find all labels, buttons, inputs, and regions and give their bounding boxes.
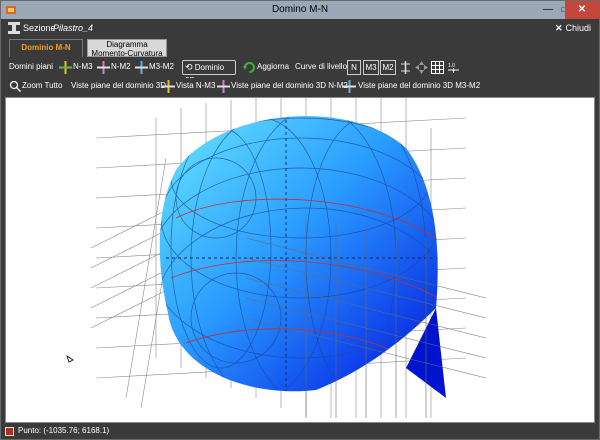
toolbar-row-2: Zoom Tutto Viste piane del dominio 3D Vi… bbox=[1, 78, 599, 96]
dominio-3d-button[interactable]: ⟲ Dominio 3D bbox=[182, 60, 236, 85]
aggiorna-button[interactable]: Aggiorna bbox=[257, 62, 289, 71]
toolbar-row-1: Domini piani N-M3 N-M2 M3-M2 ⟲ Dominio 3… bbox=[1, 59, 599, 85]
zoom-tutto-button[interactable]: Zoom Tutto bbox=[22, 81, 62, 90]
plane-n-m2-icon bbox=[97, 61, 110, 74]
viste-m3-m2-icon bbox=[343, 80, 356, 93]
tab-strip: Dominio M-N Diagramma Momento-Curvatura bbox=[1, 37, 599, 58]
section-i-beam-icon bbox=[8, 22, 20, 34]
minimize-button[interactable]: — bbox=[539, 1, 557, 19]
status-indicator bbox=[5, 427, 14, 436]
vista-n-m3-button[interactable]: Vista N-M3 bbox=[176, 81, 215, 90]
tab-dominio-mn[interactable]: Dominio M-N bbox=[9, 39, 83, 57]
viste-m3-m2-button[interactable]: Viste piane del dominio 3D M3-M2 bbox=[358, 81, 480, 90]
section-value: Pilastro_4 bbox=[53, 23, 94, 33]
close-icon: ✕ bbox=[554, 23, 563, 33]
viste-3d-label: Viste piane del dominio 3D bbox=[71, 81, 167, 90]
tab-diagramma-momento-curvatura[interactable]: Diagramma Momento-Curvatura bbox=[87, 39, 167, 58]
level-m3-button[interactable]: M3 bbox=[363, 60, 379, 75]
cursor-icon bbox=[66, 355, 74, 363]
pan-tool-icon[interactable] bbox=[415, 61, 428, 74]
viste-n-m2-button[interactable]: Viste piane del dominio 3D N-M2 bbox=[231, 81, 348, 90]
section-label: Sezione bbox=[23, 23, 56, 33]
3d-viewport[interactable] bbox=[5, 97, 595, 423]
status-bar: Punto: (-1035.76; 6168.1) bbox=[1, 424, 599, 439]
close-label: Chiudi bbox=[565, 23, 591, 33]
viste-n-m2-icon bbox=[217, 80, 230, 93]
dominio-3d-icon: ⟲ bbox=[185, 62, 193, 72]
domain-3d-render[interactable] bbox=[6, 98, 595, 423]
vista-n-m3-icon bbox=[162, 80, 175, 93]
plane-n-m3-icon bbox=[59, 61, 72, 74]
close-section-button[interactable]: ✕ Chiudi bbox=[555, 23, 591, 34]
section-bar: Sezione Pilastro_4 ✕ Chiudi bbox=[1, 19, 599, 37]
grid-icon[interactable] bbox=[431, 61, 444, 74]
svg-text:1.0: 1.0 bbox=[448, 63, 455, 69]
level-n-button[interactable]: N bbox=[347, 60, 361, 75]
m3-m2-button[interactable]: M3-M2 bbox=[149, 62, 174, 71]
app-window: Domino M-N — □ ✕ Sezione Pilastro_4 ✕ Chi… bbox=[0, 0, 600, 440]
n-m2-button[interactable]: N-M2 bbox=[111, 62, 131, 71]
level-m2-button[interactable]: M2 bbox=[380, 60, 396, 75]
plane-m3-m2-icon bbox=[135, 61, 148, 74]
axes-toggle-icon[interactable] bbox=[399, 61, 412, 74]
n-m3-button[interactable]: N-M3 bbox=[73, 62, 93, 71]
refresh-icon bbox=[243, 62, 255, 73]
domini-piani-label: Domini piani bbox=[9, 62, 54, 71]
window-close-button[interactable]: ✕ bbox=[565, 1, 599, 19]
title-bar: Domino M-N — □ ✕ bbox=[1, 1, 599, 19]
window-title: Domino M-N bbox=[271, 4, 329, 15]
zoom-icon bbox=[9, 80, 22, 93]
curve-livello-label: Curve di livello bbox=[295, 62, 348, 71]
scale-icon[interactable]: 1.0 bbox=[447, 61, 460, 74]
status-point-readout: Punto: (-1035.76; 6168.1) bbox=[18, 426, 110, 435]
